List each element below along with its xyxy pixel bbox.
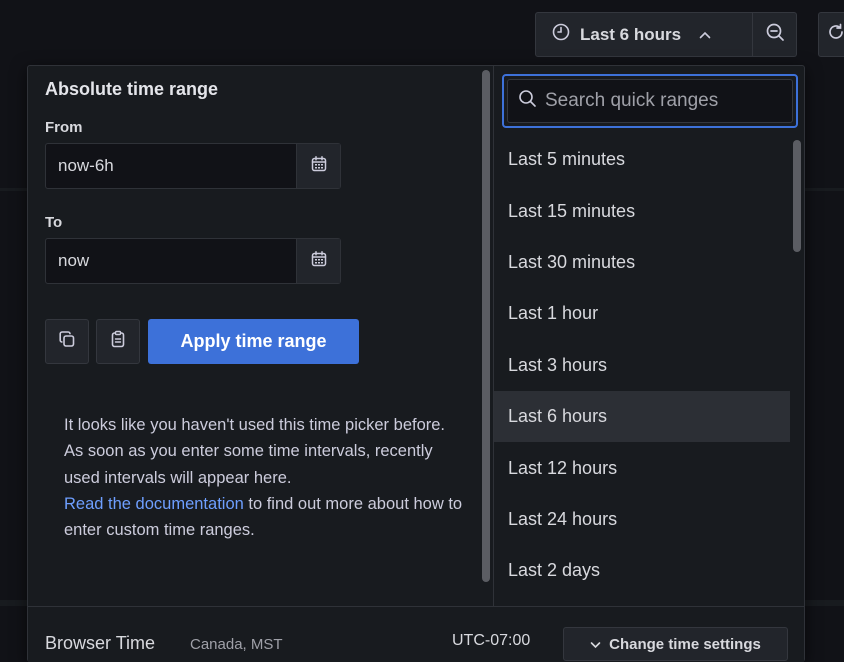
- refresh-button[interactable]: [818, 12, 844, 57]
- quick-range-item[interactable]: Last 2 days: [494, 545, 790, 596]
- quick-range-item[interactable]: Last 24 hours: [494, 494, 790, 545]
- quick-ranges-search: [507, 79, 793, 123]
- to-label: To: [45, 214, 63, 231]
- copy-range-button[interactable]: [45, 319, 89, 364]
- quick-range-item[interactable]: Last 5 minutes: [494, 134, 790, 185]
- time-range-label: Last 6 hours: [580, 24, 682, 44]
- change-time-settings-button[interactable]: Change time settings: [563, 627, 788, 661]
- quick-range-item[interactable]: Last 15 minutes: [494, 185, 790, 236]
- from-input[interactable]: [46, 144, 296, 188]
- paste-range-button[interactable]: [96, 319, 140, 364]
- to-field: [45, 238, 341, 284]
- timezone-title: Browser Time: [45, 633, 156, 653]
- timezone-region: Canada, MST: [190, 636, 283, 653]
- quick-range-item[interactable]: Last 1 hour: [494, 288, 790, 339]
- quick-range-item[interactable]: Last 3 hours: [494, 340, 790, 391]
- zoom-out-button[interactable]: [753, 12, 797, 57]
- quick-ranges-scrollbar[interactable]: [793, 140, 801, 252]
- documentation-link[interactable]: Read the documentation: [64, 495, 244, 513]
- absolute-range-title: Absolute time range: [45, 79, 219, 99]
- recent-ranges-empty-message: It looks like you haven't used this time…: [64, 412, 464, 543]
- absolute-range-pane: Absolute time range From To: [28, 66, 479, 606]
- change-time-settings-label: Change time settings: [609, 635, 761, 653]
- chevron-down-icon: [590, 636, 601, 653]
- refresh-icon: [827, 23, 844, 46]
- quick-ranges-list: Last 5 minutes Last 15 minutes Last 30 m…: [494, 134, 790, 597]
- help-text: It looks like you haven't used this time…: [64, 416, 446, 487]
- time-controls-toolbar: Last 6 hours: [535, 12, 844, 57]
- quick-ranges-search-input[interactable]: [545, 90, 792, 112]
- quick-range-item-selected[interactable]: Last 6 hours: [494, 390, 790, 443]
- chevron-up-icon: [699, 27, 711, 42]
- quick-ranges-pane: Last 5 minutes Last 15 minutes Last 30 m…: [494, 66, 806, 606]
- from-field: [45, 143, 341, 189]
- utc-offset: UTC-07:00: [452, 632, 531, 649]
- time-range-picker-button[interactable]: Last 6 hours: [535, 12, 753, 57]
- copy-icon: [58, 330, 76, 353]
- zoom-out-icon: [765, 22, 785, 47]
- apply-time-range-button[interactable]: Apply time range: [148, 319, 359, 364]
- timezone-footer: Browser Time Canada, MST UTC-07:00 Chang…: [28, 606, 804, 662]
- clock-icon: [552, 23, 570, 46]
- calendar-icon: [310, 155, 328, 178]
- clipboard-icon: [109, 330, 127, 353]
- search-icon: [518, 89, 537, 113]
- quick-range-item[interactable]: Last 30 minutes: [494, 237, 790, 288]
- from-calendar-button[interactable]: [296, 144, 340, 188]
- from-label: From: [45, 119, 83, 136]
- quick-ranges-search-focus-ring: [502, 74, 798, 128]
- calendar-icon: [310, 250, 328, 273]
- time-picker-popover: Absolute time range From To: [27, 65, 805, 662]
- left-scrollbar[interactable]: [482, 70, 490, 582]
- quick-range-item[interactable]: Last 12 hours: [494, 442, 790, 493]
- to-input[interactable]: [46, 239, 296, 283]
- to-calendar-button[interactable]: [296, 239, 340, 283]
